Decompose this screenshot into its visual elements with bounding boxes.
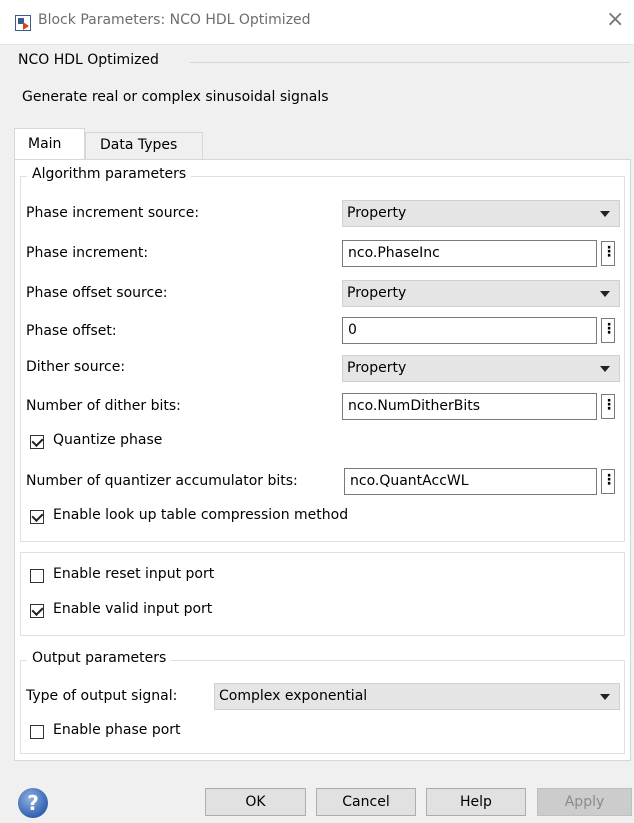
output-type-label: Type of output signal: <box>26 688 178 704</box>
cancel-button[interactable]: Cancel <box>316 788 416 816</box>
quantize-phase-checkbox[interactable] <box>30 434 44 449</box>
phase-offset-source-label: Phase offset source: <box>26 285 168 301</box>
chevron-down-icon <box>600 694 610 700</box>
num-dither-bits-value: nco.NumDitherBits <box>348 398 481 414</box>
ok-button[interactable]: OK <box>205 788 306 816</box>
phase-offset-source-dropdown[interactable]: Property <box>342 280 620 307</box>
check-icon <box>31 434 44 448</box>
tab-data-types-label: Data Types <box>100 137 178 153</box>
phase-increment-label: Phase increment: <box>26 245 149 261</box>
more-options-icon[interactable]: ⋮ <box>601 241 616 266</box>
enable-valid-label: Enable valid input port <box>53 601 213 617</box>
help-icon[interactable]: ? <box>18 788 48 818</box>
num-quantizer-bits-label: Number of quantizer accumulator bits: <box>26 473 298 489</box>
output-type-value: Complex exponential <box>219 688 368 704</box>
phase-offset-label: Phase offset: <box>26 323 117 339</box>
input-ports-group <box>20 552 625 636</box>
phase-offset-input[interactable]: 0 <box>342 317 597 344</box>
dither-source-value: Property <box>347 360 407 376</box>
num-quantizer-bits-value: nco.QuantAccWL <box>350 473 469 489</box>
output-parameters-legend: Output parameters <box>27 650 172 666</box>
window-title: Block Parameters: NCO HDL Optimized <box>38 12 311 28</box>
quantize-phase-label: Quantize phase <box>53 432 163 448</box>
phase-offset-source-value: Property <box>347 285 407 301</box>
lut-compression-checkbox[interactable] <box>30 509 44 524</box>
block-description: Generate real or complex sinusoidal sign… <box>22 89 329 105</box>
algorithm-parameters-legend: Algorithm parameters <box>27 166 192 182</box>
phase-offset-value: 0 <box>348 322 357 338</box>
phase-increment-source-value: Property <box>347 205 407 221</box>
num-dither-bits-label: Number of dither bits: <box>26 398 181 414</box>
output-type-dropdown[interactable]: Complex exponential <box>214 683 620 710</box>
chevron-down-icon <box>600 291 610 297</box>
chevron-down-icon <box>600 211 610 217</box>
check-icon <box>31 603 44 617</box>
dither-source-label: Dither source: <box>26 359 126 375</box>
main-tab-panel: Algorithm parameters Phase increment sou… <box>14 159 631 761</box>
enable-phase-port-label: Enable phase port <box>53 722 181 738</box>
tab-main-label: Main <box>28 136 62 152</box>
phase-increment-source-dropdown[interactable]: Property <box>342 200 620 227</box>
tab-main[interactable]: Main <box>14 128 85 160</box>
dither-source-dropdown[interactable]: Property <box>342 355 620 382</box>
close-icon[interactable]: × <box>606 8 624 32</box>
num-quantizer-bits-input[interactable]: nco.QuantAccWL <box>344 468 597 495</box>
simulink-block-icon <box>15 15 31 31</box>
phase-increment-value: nco.PhaseInc <box>348 245 440 261</box>
phase-increment-input[interactable]: nco.PhaseInc <box>342 240 597 267</box>
check-icon <box>31 509 44 523</box>
tab-data-types[interactable]: Data Types <box>85 132 203 160</box>
lut-compression-label: Enable look up table compression method <box>53 507 349 523</box>
chevron-down-icon <box>600 366 610 372</box>
enable-phase-port-checkbox[interactable] <box>30 725 44 739</box>
enable-valid-checkbox[interactable] <box>30 603 44 618</box>
block-name-label: NCO HDL Optimized <box>18 52 163 68</box>
num-dither-bits-input[interactable]: nco.NumDitherBits <box>342 393 597 420</box>
more-options-icon[interactable]: ⋮ <box>601 394 616 419</box>
enable-reset-checkbox[interactable] <box>30 569 44 583</box>
header-divider <box>190 62 630 63</box>
phase-increment-source-label: Phase increment source: <box>26 205 200 221</box>
help-button[interactable]: Help <box>426 788 526 816</box>
apply-button[interactable]: Apply <box>537 788 632 816</box>
enable-reset-label: Enable reset input port <box>53 566 215 582</box>
title-bar: Block Parameters: NCO HDL Optimized × <box>0 0 634 45</box>
more-options-icon[interactable]: ⋮ <box>601 469 616 494</box>
more-options-icon[interactable]: ⋮ <box>601 318 616 343</box>
